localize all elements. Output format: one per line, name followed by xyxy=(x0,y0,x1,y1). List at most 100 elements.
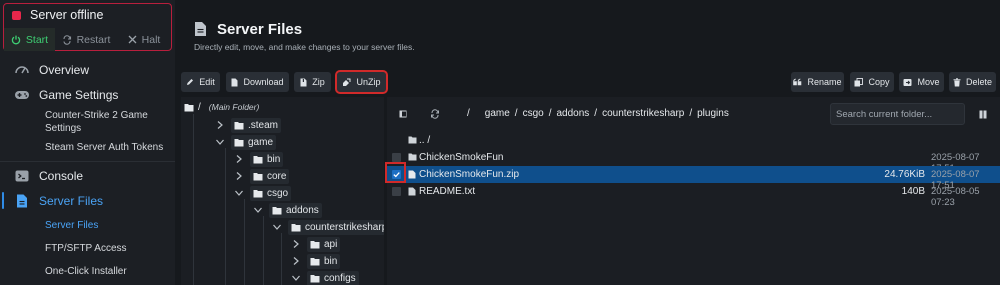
sidebar-item-game-settings[interactable]: Game Settings xyxy=(0,82,175,107)
file-row[interactable]: README.txt 140B 2025-08-05 07:23 xyxy=(387,183,1000,208)
offline-status-icon xyxy=(12,10,21,20)
file-row[interactable]: ChickenSmokeFun 2025-08-07 17:51 xyxy=(387,149,1000,174)
sub-item-game-settings[interactable]: Counter-Strike 2 Game Settings xyxy=(0,109,175,137)
sidebar: Server offline Start Restart Halt Overvi… xyxy=(0,0,175,285)
tree-node-label: csgo xyxy=(267,187,289,199)
view-toggle-icon[interactable] xyxy=(979,110,987,119)
unzip-button[interactable]: UnZip xyxy=(335,70,388,94)
tree-node-label: game xyxy=(248,136,274,148)
restart-button[interactable]: Restart xyxy=(55,28,117,51)
tree-node-counterstrikesharp[interactable]: counterstrikesharp xyxy=(272,219,384,235)
tree-node-csgo[interactable]: csgo xyxy=(234,185,292,201)
move-icon xyxy=(903,78,912,86)
server-status-label: Server offline xyxy=(30,8,104,22)
tree-guide xyxy=(263,216,264,285)
tree-node-game[interactable]: game xyxy=(215,134,277,150)
zip-button[interactable]: Zip xyxy=(294,72,331,92)
terminal-icon xyxy=(15,170,29,181)
move-label: Move xyxy=(917,77,940,87)
folder-icon xyxy=(253,172,263,180)
tree-root-note: (Main Folder) xyxy=(208,102,260,112)
tree-guide xyxy=(281,233,282,285)
document-icon xyxy=(231,78,238,86)
file-row-selected[interactable]: ChickenSmokeFun.zip 24.76KiB 2025-08-07 … xyxy=(387,166,1000,191)
file-list-panel: / game / csgo / addons / counterstrikesh… xyxy=(385,97,1000,285)
sub-item-one-click-installer[interactable]: One-Click Installer xyxy=(0,265,175,278)
edit-button[interactable]: Edit xyxy=(181,72,220,92)
file-name: README.txt xyxy=(419,186,476,197)
tree-node-label: core xyxy=(267,170,287,182)
start-button[interactable]: Start xyxy=(4,28,55,51)
breadcrumb-segment[interactable]: game xyxy=(485,108,510,119)
row-checkbox[interactable] xyxy=(392,153,401,162)
sidebar-toggle-icon[interactable] xyxy=(399,110,407,118)
tree-node-label: configs xyxy=(324,272,356,284)
tree-node-label: .steam xyxy=(248,119,279,131)
file-row-parent[interactable]: .. / xyxy=(387,132,1000,149)
folder-icon xyxy=(310,240,320,248)
breadcrumb-segment[interactable]: plugins xyxy=(697,108,729,119)
start-label: Start xyxy=(25,33,49,46)
refresh-icon[interactable] xyxy=(430,109,440,119)
delete-button[interactable]: Delete xyxy=(949,72,996,92)
edit-icon xyxy=(187,79,194,85)
chevron-right-icon xyxy=(236,155,242,163)
tree-root-label: / xyxy=(198,101,201,113)
sub-item-ftp-access[interactable]: FTP/SFTP Access xyxy=(0,242,175,255)
chevron-down-icon xyxy=(254,207,262,213)
tree-node-bin[interactable]: bin xyxy=(234,151,284,167)
folder-icon xyxy=(253,155,263,163)
main-content: Server Files Directly edit, move, and ma… xyxy=(178,0,1000,285)
folder-icon xyxy=(408,136,417,144)
delete-label: Delete xyxy=(965,77,992,87)
breadcrumb-separator: / xyxy=(689,108,693,119)
chevron-down-icon xyxy=(273,224,281,230)
unzip-icon xyxy=(343,78,351,86)
close-icon xyxy=(128,35,137,44)
copy-button[interactable]: Copy xyxy=(850,72,894,92)
zip-label: Zip xyxy=(312,77,325,87)
trash-icon xyxy=(953,77,961,86)
sub-item-steam-auth-tokens[interactable]: Steam Server Auth Tokens xyxy=(0,141,175,154)
sidebar-item-overview[interactable]: Overview xyxy=(0,57,175,82)
download-button[interactable]: Download xyxy=(226,72,289,92)
sub-item-server-files[interactable]: Server Files xyxy=(0,219,175,232)
copy-label: Copy xyxy=(868,77,890,87)
edit-label: Edit xyxy=(199,77,215,87)
folder-icon xyxy=(291,223,301,231)
tree-root[interactable]: / (Main Folder) xyxy=(184,99,259,115)
document-icon xyxy=(408,170,416,179)
tree-node-bin[interactable]: bin xyxy=(291,253,341,269)
halt-button[interactable]: Halt xyxy=(117,28,171,51)
breadcrumb-segment[interactable]: csgo xyxy=(523,108,544,119)
folder-icon xyxy=(253,189,263,197)
restart-label: Restart xyxy=(76,33,111,46)
breadcrumb-segment[interactable]: counterstrikesharp xyxy=(602,108,684,119)
restart-icon xyxy=(63,34,71,45)
chevron-right-icon xyxy=(293,257,299,265)
breadcrumb-root[interactable]: / xyxy=(467,108,470,119)
folder-icon xyxy=(310,274,320,282)
tree-node-configs[interactable]: configs xyxy=(291,270,359,285)
folder-icon xyxy=(184,103,194,111)
move-button[interactable]: Move xyxy=(899,72,944,92)
gamepad-icon xyxy=(15,90,29,99)
tree-node-api[interactable]: api xyxy=(291,236,341,252)
chevron-right-icon xyxy=(217,121,223,129)
chevron-right-icon xyxy=(293,240,299,248)
document-icon xyxy=(408,187,416,196)
sidebar-item-server-files[interactable]: Server Files xyxy=(0,188,175,213)
row-checkbox[interactable] xyxy=(392,187,401,196)
halt-label: Halt xyxy=(141,33,161,46)
tree-node-core[interactable]: core xyxy=(234,168,290,184)
breadcrumb-segment[interactable]: addons xyxy=(556,108,589,119)
tree-node-label: api xyxy=(324,238,338,250)
tree-node-addons[interactable]: addons xyxy=(253,202,322,218)
rename-button[interactable]: Rename xyxy=(791,72,844,92)
sidebar-item-label: Overview xyxy=(39,62,90,77)
search-input[interactable] xyxy=(830,103,965,125)
tree-node-steam[interactable]: .steam xyxy=(215,117,282,133)
sidebar-item-console[interactable]: Console xyxy=(0,163,175,188)
tree-node-label: bin xyxy=(267,153,281,165)
breadcrumb-separator: / xyxy=(548,108,552,119)
